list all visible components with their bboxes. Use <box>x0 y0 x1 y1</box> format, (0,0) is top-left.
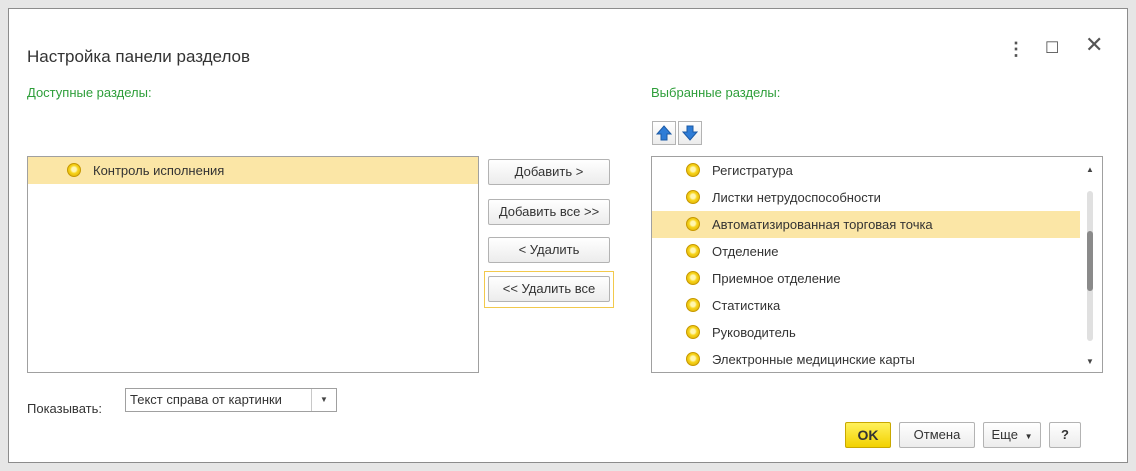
section-dot-icon <box>686 352 700 366</box>
available-sections-label: Доступные разделы: <box>27 85 152 100</box>
scrollbar-thumb[interactable] <box>1087 231 1093 291</box>
section-dot-icon <box>686 298 700 312</box>
list-item-label: Отделение <box>712 244 779 259</box>
selected-sections-label: Выбранные разделы: <box>651 85 781 100</box>
list-item[interactable]: Листки нетрудоспособности <box>652 184 1102 211</box>
dialog-title: Настройка панели разделов <box>27 47 251 66</box>
list-item[interactable]: Руководитель <box>652 319 1102 346</box>
add-button[interactable]: Добавить > <box>488 159 610 185</box>
section-dot-icon <box>686 217 700 231</box>
scroll-down-icon[interactable]: ▼ <box>1086 357 1094 366</box>
section-dot-icon <box>67 163 81 177</box>
section-dot-icon <box>686 271 700 285</box>
maximize-icon[interactable]: ☐ <box>1045 39 1059 59</box>
arrow-up-icon <box>655 125 673 141</box>
more-button-label: Еще <box>991 427 1018 442</box>
list-item-label: Электронные медицинские карты <box>712 352 915 367</box>
arrow-down-icon <box>681 125 699 141</box>
section-dot-icon <box>686 163 700 177</box>
list-item[interactable]: Отделение <box>652 238 1102 265</box>
selected-list-scrollbar[interactable]: ▲ ▼ <box>1083 161 1097 374</box>
list-item[interactable]: Электронные медицинские карты <box>652 346 1102 372</box>
remove-button[interactable]: < Удалить <box>488 237 610 263</box>
list-item-label: Контроль исполнения <box>93 163 225 178</box>
chevron-down-icon[interactable]: ▼ <box>311 389 336 411</box>
list-item[interactable]: Контроль исполнения <box>28 157 478 184</box>
close-icon[interactable]: ✕ <box>1085 34 1103 56</box>
scroll-up-icon[interactable]: ▲ <box>1086 165 1094 174</box>
show-mode-value: Текст справа от картинки <box>130 392 282 407</box>
section-dot-icon <box>686 244 700 258</box>
chevron-down-icon: ▼ <box>1024 432 1033 441</box>
section-dot-icon <box>686 190 700 204</box>
move-up-button[interactable] <box>652 121 676 145</box>
remove-all-button[interactable]: << Удалить все <box>488 276 610 302</box>
list-item[interactable]: Приемное отделение <box>652 265 1102 292</box>
selected-sections-list[interactable]: Регистратура Листки нетрудоспособности А… <box>651 156 1103 373</box>
ok-button[interactable]: OK <box>845 422 891 448</box>
more-button[interactable]: Еще ▼ <box>983 422 1041 448</box>
section-dot-icon <box>686 325 700 339</box>
help-button[interactable]: ? <box>1049 422 1081 448</box>
list-item-label: Руководитель <box>712 325 796 340</box>
settings-dialog: Настройка панели разделов ⋮ ☐ ✕ Доступны… <box>8 8 1128 463</box>
list-item-label: Листки нетрудоспособности <box>712 190 881 205</box>
add-all-button[interactable]: Добавить все >> <box>488 199 610 225</box>
list-item[interactable]: Регистратура <box>652 157 1102 184</box>
show-mode-select[interactable]: Текст справа от картинки ▼ <box>125 388 337 412</box>
show-label: Показывать: <box>27 401 102 416</box>
list-item[interactable]: Автоматизированная торговая точка <box>652 211 1080 238</box>
list-item-label: Приемное отделение <box>712 271 841 286</box>
list-item-label: Статистика <box>712 298 781 313</box>
available-sections-list[interactable]: Контроль исполнения <box>27 156 479 373</box>
more-options-icon[interactable]: ⋮ <box>1007 39 1025 59</box>
move-down-button[interactable] <box>678 121 702 145</box>
list-item[interactable]: Статистика <box>652 292 1102 319</box>
list-item-label: Регистратура <box>712 163 793 178</box>
cancel-button[interactable]: Отмена <box>899 422 975 448</box>
list-item-label: Автоматизированная торговая точка <box>712 217 933 232</box>
